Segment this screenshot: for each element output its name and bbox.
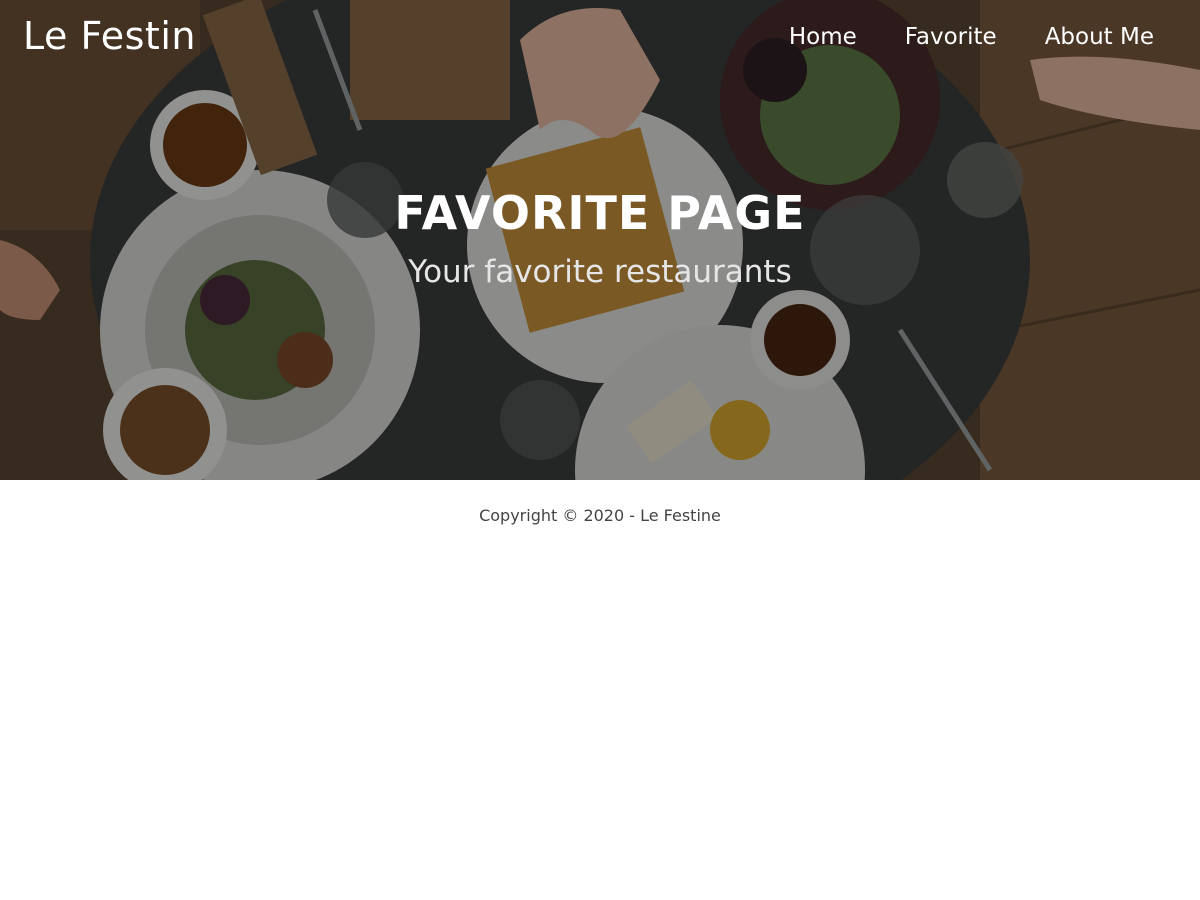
footer-copyright: Copyright © 2020 - Le Festine <box>479 506 721 525</box>
nav-link-about-me[interactable]: About Me <box>1045 24 1154 50</box>
footer: Copyright © 2020 - Le Festine <box>0 480 1200 555</box>
navbar: Le Festin Home Favorite About Me <box>0 0 1200 80</box>
hero-title: FAVORITE PAGE <box>394 186 806 240</box>
hero-subtitle: Your favorite restaurants <box>408 254 792 290</box>
hero-banner: Le Festin Home Favorite About Me FAVORIT… <box>0 0 1200 480</box>
nav-link-favorite[interactable]: Favorite <box>905 24 997 50</box>
hero-text: FAVORITE PAGE Your favorite restaurants <box>0 186 1200 290</box>
nav-link-home[interactable]: Home <box>789 24 857 50</box>
nav-links: Home Favorite About Me <box>789 24 1154 50</box>
brand-logo[interactable]: Le Festin <box>23 14 196 58</box>
